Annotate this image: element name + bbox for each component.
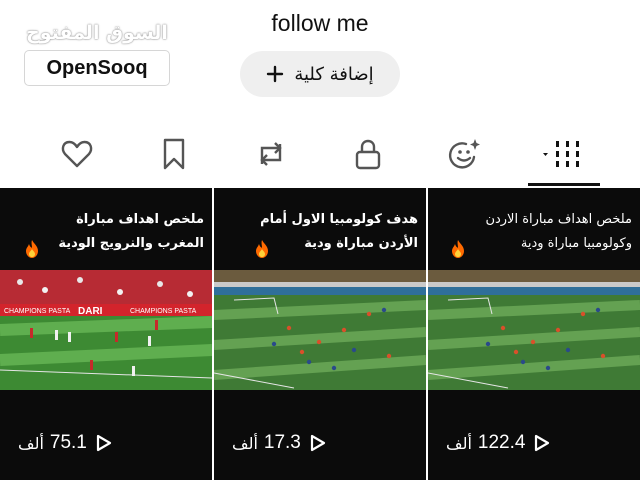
reels-grid-icon: [543, 141, 579, 167]
reel-view-count: ألف 75.1: [0, 428, 212, 458]
reel-tile[interactable]: هدف كولومبيا الاول أمام الأردن مباراة ود…: [214, 188, 426, 480]
reel-view-count: ألف 122.4: [428, 428, 640, 458]
banner-ad-right: CHAMPIONS PASTA: [130, 308, 197, 315]
reels-grid-tab[interactable]: [528, 122, 598, 186]
lock-icon: [355, 139, 381, 170]
reel-title: ملخص اهداف مباراة المغرب والنرويج الودية: [58, 212, 204, 251]
bookmark-icon: [163, 138, 185, 170]
views-number: 75.1: [49, 432, 87, 453]
reel-title: هدف كولومبيا الاول أمام الأردن مباراة ود…: [260, 212, 418, 251]
fire-icon: [26, 240, 38, 258]
play-icon: [310, 434, 325, 452]
plus-icon: [267, 65, 284, 83]
add-link-button[interactable]: إضافة كلية: [240, 51, 400, 97]
heart-icon: [61, 140, 93, 168]
profile-tabs: [0, 122, 640, 186]
liked-tab[interactable]: [42, 122, 112, 186]
fire-icon: [452, 240, 464, 258]
match-video-thumbnail: [214, 270, 426, 390]
views-number: 122.4: [477, 432, 526, 453]
reel-title: ملخص اهداف مباراة الاردن وكولومبيا مبارا…: [485, 212, 632, 251]
reposts-tab[interactable]: [236, 122, 306, 186]
opensooq-watermark: السوق المفتوح OpenSooq: [24, 22, 174, 86]
watermark-latin-text: OpenSooq: [46, 56, 148, 79]
smiley-sparkle-icon: [448, 139, 480, 169]
reel-tile[interactable]: ملخص اهداف مباراة الاردن وكولومبيا مبارا…: [428, 188, 640, 480]
banner-ad-mid: DARI: [78, 306, 103, 317]
private-tab[interactable]: [333, 122, 403, 186]
views-unit: ألف: [232, 433, 258, 453]
banner-ad-left: CHAMPIONS PASTA: [4, 308, 71, 315]
reel-view-count: ألف 17.3: [214, 428, 426, 458]
views-unit: ألف: [446, 433, 472, 453]
reels-grid: ملخص اهداف مباراة الاردن وكولومبيا مبارا…: [0, 188, 640, 480]
fire-icon: [256, 240, 268, 258]
views-number: 17.3: [263, 432, 301, 453]
play-icon: [535, 434, 550, 452]
active-tab-indicator: [528, 183, 600, 186]
repost-icon: [260, 142, 282, 166]
watermark-logo-box: OpenSooq: [24, 50, 170, 86]
views-unit: ألف: [18, 433, 44, 453]
match-video-thumbnail: [428, 270, 640, 390]
match-video-thumbnail: CHAMPIONS PASTA DARI CHAMPIONS PASTA: [0, 270, 212, 390]
reel-tile[interactable]: ملخص اهداف مباراة المغرب والنرويج الودية…: [0, 188, 212, 480]
add-link-label: إضافة كلية: [294, 63, 374, 85]
collab-tab[interactable]: [430, 122, 500, 186]
saved-tab[interactable]: [139, 122, 209, 186]
watermark-arabic-text: السوق المفتوح: [26, 22, 168, 44]
play-icon: [96, 434, 111, 452]
